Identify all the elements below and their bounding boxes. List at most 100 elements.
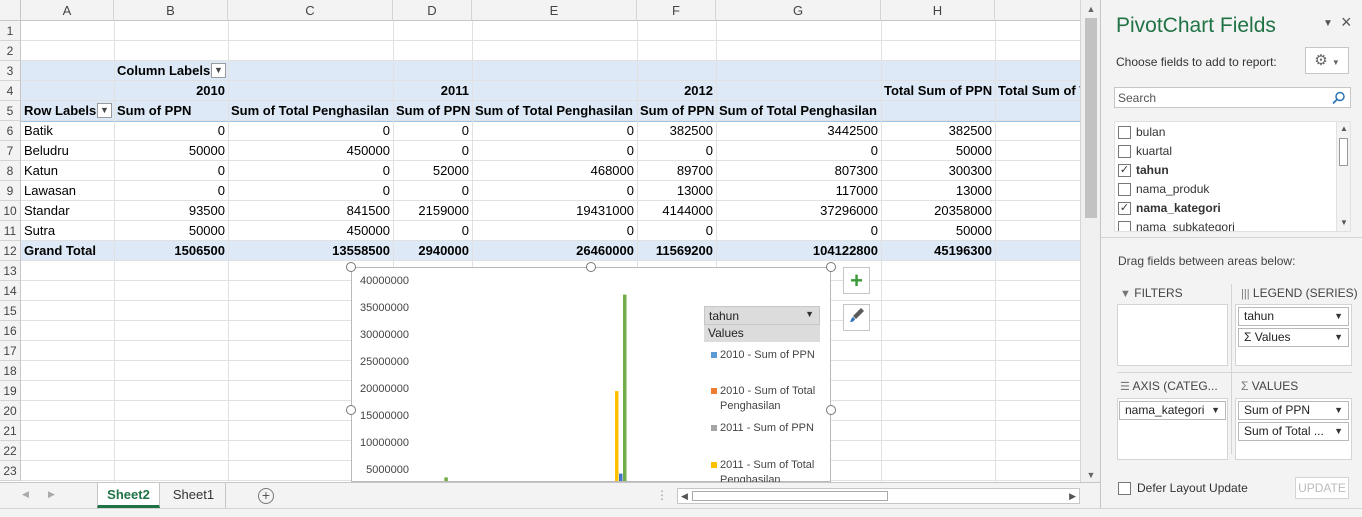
field-checkbox[interactable] [1118,221,1131,231]
pivot-value-cell[interactable]: 450000 [228,221,393,241]
axis-drop-area[interactable]: nama_kategori ▼ [1117,398,1228,460]
field-checkbox[interactable] [1118,183,1131,196]
pivot-value-cell[interactable]: 50000 [881,221,995,241]
chart-bar[interactable] [615,391,619,481]
split-handle[interactable]: ⋮ [656,488,668,502]
chart-resize-handle[interactable] [346,262,356,272]
pivot-value-cell[interactable]: 117000 [716,181,881,201]
scroll-down-icon[interactable]: ▼ [1340,218,1348,227]
column-header-c[interactable]: C [228,0,393,21]
row-header[interactable]: 19 [0,381,21,401]
pivot-value-cell[interactable]: 0 [393,181,472,201]
pivot-value-cell[interactable]: 0 [228,181,393,201]
pivot-value-cell[interactable]: 841500 [228,201,393,221]
pivot-value-cell[interactable]: 0 [637,221,716,241]
pivot-value-cell[interactable]: 300300 [881,161,995,181]
row-label[interactable]: Sutra [21,221,114,241]
pivot-value-cell[interactable]: 0 [393,221,472,241]
pivot-value-cell[interactable]: 26460000 [472,241,637,261]
row-label[interactable]: Lawasan [21,181,114,201]
pivot-value-cell[interactable]: 3442500 [716,121,881,141]
pivot-value-cell[interactable]: 0 [393,121,472,141]
column-header-e[interactable]: E [472,0,637,21]
pivot-value-cell[interactable]: 382500 [881,121,995,141]
pivot-value-cell[interactable]: 13558500 [228,241,393,261]
pane-options-chevron-icon[interactable]: ▼ [1323,18,1333,29]
add-sheet-icon[interactable]: + [258,488,274,504]
chart-bar[interactable] [444,477,448,481]
row-header[interactable]: 15 [0,301,21,321]
row-header[interactable]: 12 [0,241,21,261]
row-header[interactable]: 13 [0,261,21,281]
pivot-value-cell[interactable]: 37296000 [716,201,881,221]
scrollbar-thumb[interactable] [1085,18,1097,218]
field-checkbox[interactable]: ✓ [1118,164,1131,177]
pivot-value-cell[interactable]: 11569200 [637,241,716,261]
pivot-value-cell[interactable]: 50000 [114,221,228,241]
scroll-right-icon[interactable]: ▶ [1069,491,1076,502]
axis-field-pill[interactable]: nama_kategori ▼ [1119,401,1226,420]
tab-scroll-right-icon[interactable]: ▶ [48,489,55,500]
chart-resize-handle[interactable] [586,262,596,272]
pivot-value-cell[interactable]: 45196300 [881,241,995,261]
values-drop-area[interactable]: Sum of PPN ▼ Sum of Total ... ▼ [1235,398,1352,460]
row-header[interactable]: 2 [0,41,21,61]
field-list-scrollbar[interactable]: ▲ ▼ [1336,122,1350,231]
pivot-chart[interactable]: 40000000 35000000 30000000 25000000 20000000… [351,267,831,482]
chart-resize-handle[interactable] [826,262,836,272]
column-header-b[interactable]: B [114,0,228,21]
pivot-value-cell[interactable]: 450000 [228,141,393,161]
pivot-value-cell[interactable]: 89700 [637,161,716,181]
chart-bar[interactable] [623,294,627,481]
row-header[interactable]: 23 [0,461,21,481]
row-header[interactable]: 4 [0,81,21,101]
pivot-value-cell[interactable]: 0 [228,161,393,181]
pivot-value-cell[interactable]: 13000 [637,181,716,201]
values-field-pill[interactable]: Sum of Total ... ▼ [1238,422,1349,441]
pivot-value-cell[interactable]: 0 [716,221,881,241]
update-button[interactable]: UPDATE [1295,477,1349,499]
chart-resize-handle[interactable] [826,405,836,415]
pivot-value-cell[interactable]: 0 [716,141,881,161]
row-header[interactable]: 22 [0,441,21,461]
row-label[interactable]: Katun [21,161,114,181]
scrollbar-thumb[interactable] [1339,138,1348,166]
row-label[interactable]: Batik [21,121,114,141]
column-header-g[interactable]: G [716,0,881,21]
pivot-value-cell[interactable]: 13000 [881,181,995,201]
pivot-value-cell[interactable]: 0 [114,181,228,201]
row-header[interactable]: 11 [0,221,21,241]
select-all-corner[interactable] [0,0,21,21]
row-header[interactable]: 6 [0,121,21,141]
row-header[interactable]: 10 [0,201,21,221]
sheet-tab-active[interactable]: Sheet2 [97,483,160,508]
row-header[interactable]: 16 [0,321,21,341]
pivot-value-cell[interactable]: 19431000 [472,201,637,221]
pivot-value-cell[interactable]: 1506500 [114,241,228,261]
scroll-up-icon[interactable]: ▲ [1081,4,1101,14]
scroll-up-icon[interactable]: ▲ [1340,124,1348,133]
spreadsheet-grid[interactable]: A B C D E F G H 1 2 3 4 5 6 7 8 9 10 11 12 13 14 15 16 1… [0,0,1080,482]
close-icon[interactable]: × [1341,12,1352,33]
field-checkbox[interactable]: ✓ [1118,202,1131,215]
pivot-value-cell[interactable]: 0 [393,141,472,161]
pivot-value-cell[interactable]: 50000 [881,141,995,161]
row-header[interactable]: 20 [0,401,21,421]
scroll-down-icon[interactable]: ▼ [1081,470,1101,480]
pivot-value-cell[interactable]: 0 [114,121,228,141]
hscroll-thumb[interactable] [692,491,888,501]
defer-layout-checkbox[interactable] [1118,482,1131,495]
row-header[interactable]: 9 [0,181,21,201]
column-header-a[interactable]: A [21,0,114,21]
pivot-value-cell[interactable]: 2159000 [393,201,472,221]
pivot-value-cell[interactable]: 0 [472,121,637,141]
row-labels-filter-button[interactable]: ▼ [97,103,112,118]
scroll-left-icon[interactable]: ◀ [681,491,688,502]
pivot-value-cell[interactable]: 4144000 [637,201,716,221]
field-checkbox[interactable] [1118,145,1131,158]
pivot-value-cell[interactable]: 0 [228,121,393,141]
chart-bar[interactable] [619,473,623,481]
chart-resize-handle[interactable] [346,405,356,415]
tab-scroll-left-icon[interactable]: ◀ [22,489,29,500]
sheet-tab[interactable]: Sheet1 [162,483,226,508]
